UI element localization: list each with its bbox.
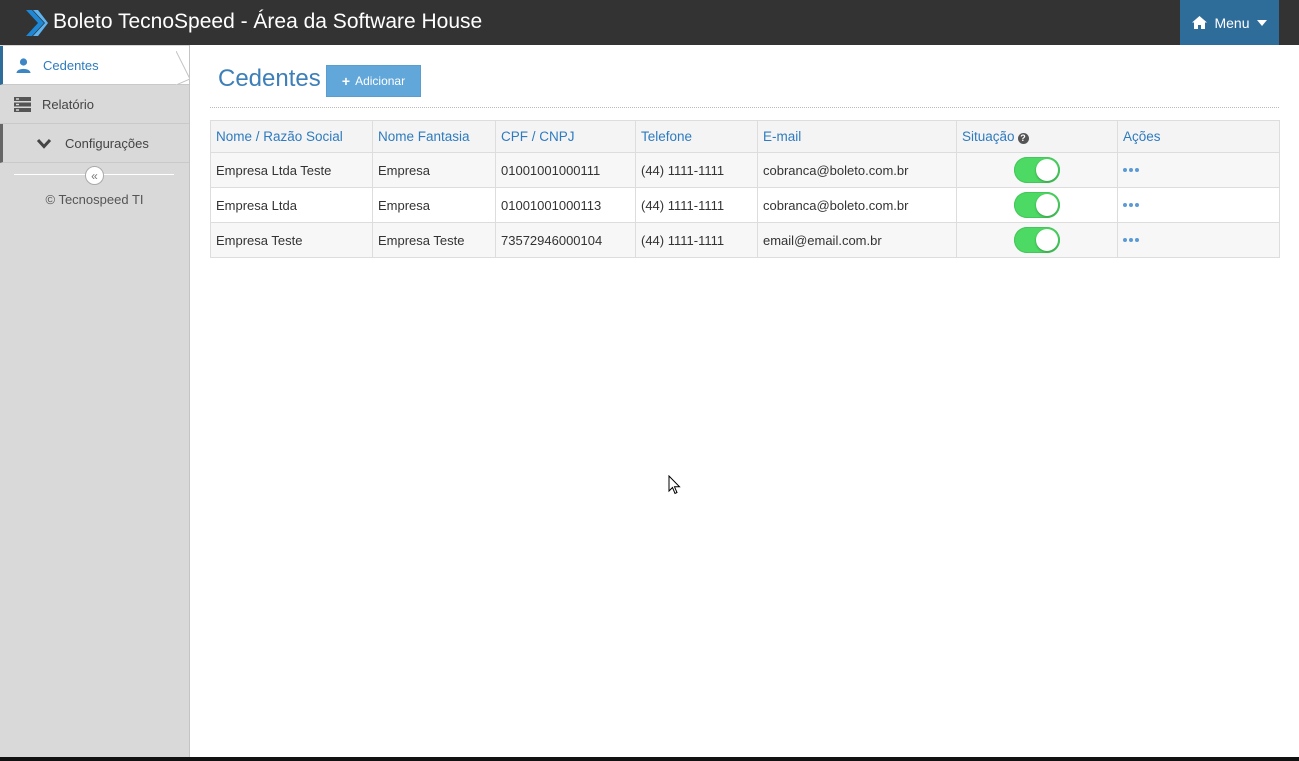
sidebar-item-cedentes[interactable]: Cedentes: [0, 46, 189, 85]
column-header-acoes: Ações: [1117, 120, 1280, 153]
column-header-fantasia[interactable]: Nome Fantasia: [372, 120, 496, 153]
status-toggle[interactable]: [1014, 227, 1060, 253]
column-header-telefone[interactable]: Telefone: [635, 120, 758, 153]
user-icon: [16, 58, 31, 73]
sidebar-item-label: Relatório: [42, 97, 95, 112]
menu-button[interactable]: Menu: [1180, 0, 1279, 45]
tecnospeed-logo-icon: [26, 10, 48, 36]
add-button[interactable]: + Adicionar: [326, 65, 421, 97]
cell-situacao: [956, 152, 1118, 188]
chevron-down-icon: [36, 138, 52, 149]
title-divider: [210, 107, 1279, 108]
cell-fantasia: Empresa: [372, 152, 496, 188]
active-item-pointer: [176, 51, 190, 85]
cell-telefone: (44) 1111-1111: [635, 222, 758, 258]
cell-cpf: 01001001000111: [495, 152, 636, 188]
sidebar-item-label: Cedentes: [43, 58, 99, 73]
collapse-sidebar-button[interactable]: «: [85, 166, 104, 185]
column-header-cpf-cnpj[interactable]: CPF / CNPJ: [495, 120, 636, 153]
cell-fantasia: Empresa Teste: [372, 222, 496, 258]
table-row: Empresa Ltda Teste Empresa 0100100100011…: [210, 152, 1280, 188]
cell-telefone: (44) 1111-1111: [635, 152, 758, 188]
mouse-cursor-icon: [668, 475, 681, 495]
caret-down-icon: [1256, 19, 1267, 26]
question-icon[interactable]: ?: [1017, 133, 1029, 144]
more-actions-icon[interactable]: [1123, 234, 1139, 246]
cedentes-table: Nome / Razão Social Nome Fantasia CPF / …: [210, 120, 1280, 258]
page-title: Cedentes: [218, 65, 321, 92]
cell-acoes: [1117, 187, 1280, 223]
cell-nome: Empresa Teste: [210, 222, 373, 258]
toggle-knob: [1036, 159, 1058, 181]
cell-email: cobranca@boleto.com.br: [757, 152, 957, 188]
cell-nome: Empresa Ltda Teste: [210, 152, 373, 188]
table-header-row: Nome / Razão Social Nome Fantasia CPF / …: [210, 120, 1280, 153]
cell-nome: Empresa Ltda: [210, 187, 373, 223]
sidebar-item-label: Configurações: [65, 136, 149, 151]
more-actions-icon[interactable]: [1123, 199, 1139, 211]
status-toggle[interactable]: [1014, 192, 1060, 218]
cell-acoes: [1117, 152, 1280, 188]
cell-cpf: 01001001000113: [495, 187, 636, 223]
menu-label: Menu: [1214, 14, 1250, 31]
report-icon: [14, 97, 31, 112]
home-icon: [1192, 16, 1208, 29]
cell-fantasia: Empresa: [372, 187, 496, 223]
cell-telefone: (44) 1111-1111: [635, 187, 758, 223]
sidebar: Cedentes Relatório Configurações « © Tec…: [0, 45, 190, 757]
cell-situacao: [956, 222, 1118, 258]
status-toggle[interactable]: [1014, 157, 1060, 183]
cell-cpf: 73572946000104: [495, 222, 636, 258]
sidebar-item-relatorio[interactable]: Relatório: [0, 85, 189, 124]
table-row: Empresa Teste Empresa Teste 735729460001…: [210, 222, 1280, 258]
toggle-knob: [1036, 194, 1058, 216]
toggle-knob: [1036, 229, 1058, 251]
top-bar: Boleto TecnoSpeed - Área da Software Hou…: [0, 0, 1299, 45]
column-header-situacao[interactable]: Situação?: [956, 120, 1118, 153]
column-header-email[interactable]: E-mail: [757, 120, 957, 153]
sidebar-item-configuracoes[interactable]: Configurações: [0, 124, 189, 163]
more-actions-icon[interactable]: [1123, 164, 1139, 176]
cell-email: email@email.com.br: [757, 222, 957, 258]
bottom-edge: [0, 757, 1299, 761]
column-header-situacao-label: Situação: [962, 129, 1015, 144]
plus-icon: +: [341, 73, 351, 89]
cell-acoes: [1117, 222, 1280, 258]
add-button-label: Adicionar: [355, 74, 406, 88]
cell-email: cobranca@boleto.com.br: [757, 187, 957, 223]
app-title: Boleto TecnoSpeed - Área da Software Hou…: [53, 10, 483, 33]
copyright-text: © Tecnospeed TI: [45, 192, 144, 207]
column-header-nome[interactable]: Nome / Razão Social: [210, 120, 373, 153]
table-row: Empresa Ltda Empresa 01001001000113 (44)…: [210, 187, 1280, 223]
cell-situacao: [956, 187, 1118, 223]
